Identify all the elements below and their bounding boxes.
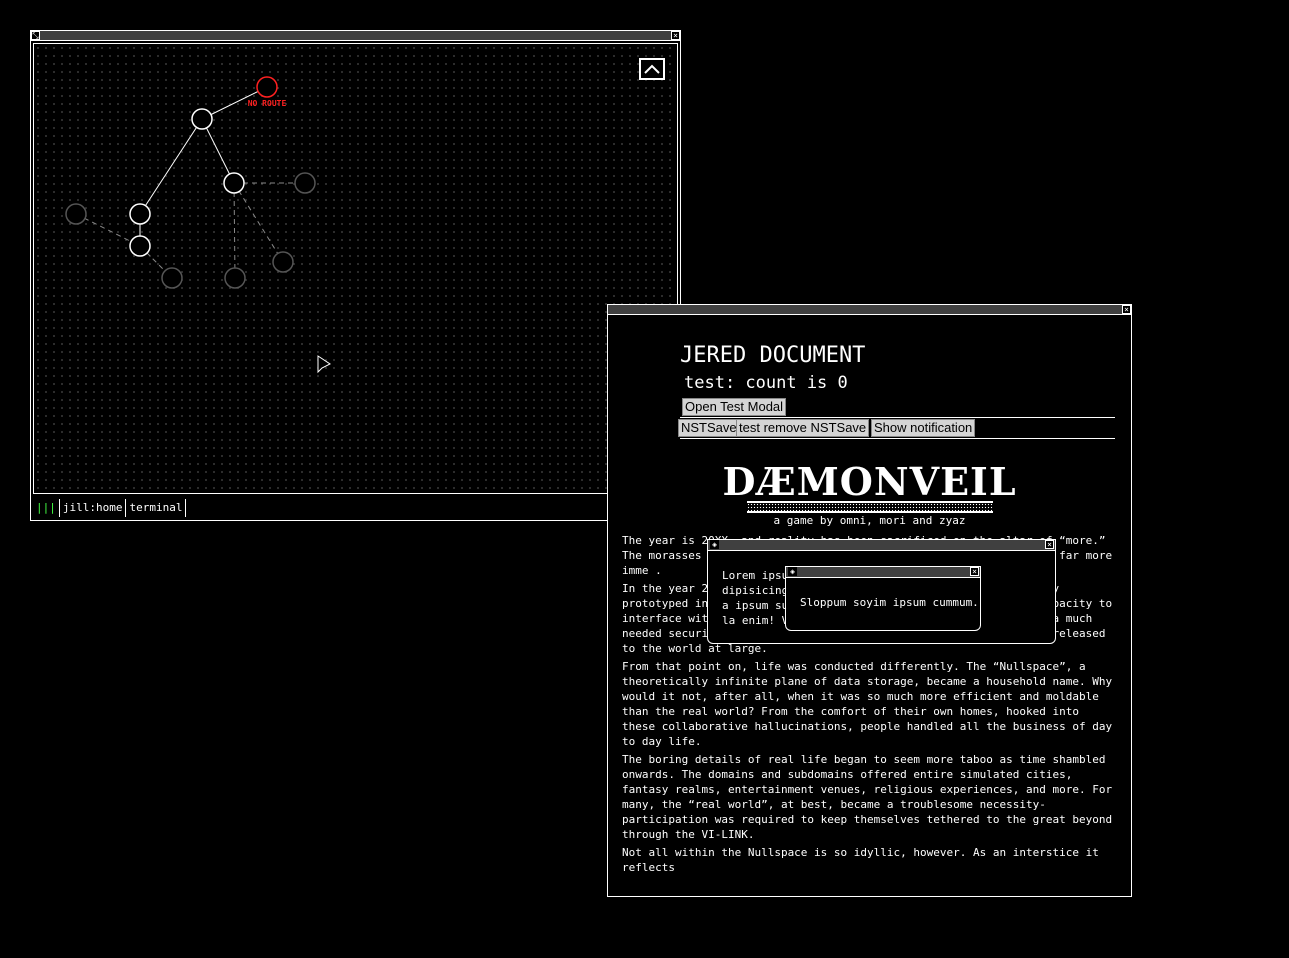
- map-window[interactable]: ⤡ × NO ROUTE ||| jill:home terminal: [30, 30, 681, 521]
- mouse-cursor-icon: [317, 355, 331, 374]
- paragraph: The boring details of real life began to…: [622, 753, 1113, 841]
- game-byline: a game by omni, mori and zyaz: [773, 514, 966, 527]
- node-unvisited[interactable]: [161, 267, 183, 289]
- test-count-label: test: count is 0: [684, 373, 848, 393]
- node-no-route[interactable]: [256, 76, 278, 98]
- network-map-graph: NO ROUTE: [65, 76, 331, 374]
- taskbar-item-home[interactable]: jill:home: [60, 499, 127, 517]
- modal-text: Sloppum soyim ipsum cummum.: [800, 596, 979, 609]
- node-unvisited[interactable]: [294, 172, 316, 194]
- game-logo: DÆMONVEIL: [610, 463, 1129, 513]
- taskbar: ||| jill:home terminal: [33, 499, 678, 517]
- edge-dashed: [233, 182, 284, 263]
- paragraph: Not all within the Nullspace is so idyll…: [622, 846, 1099, 874]
- node-visited[interactable]: [129, 235, 151, 257]
- node-visited[interactable]: [191, 108, 213, 130]
- close-icon[interactable]: ×: [970, 567, 979, 576]
- eye-icon: ◈: [710, 540, 719, 549]
- status-indicator-icon: |||: [33, 499, 60, 517]
- node-unvisited[interactable]: [272, 251, 294, 273]
- collapse-map-button[interactable]: [639, 58, 665, 80]
- show-notification-button[interactable]: Show notification: [871, 419, 976, 437]
- eye-icon: ◈: [788, 567, 797, 576]
- map-edges: [75, 86, 305, 279]
- nst-save-button[interactable]: NSTSave: [678, 419, 740, 437]
- close-icon[interactable]: ×: [1122, 305, 1131, 314]
- resize-icon[interactable]: ⤡: [31, 31, 40, 40]
- chevron-up-icon: [644, 64, 660, 74]
- document-window-titlebar[interactable]: ×: [608, 305, 1131, 315]
- paragraph: From that point on, life was conducted d…: [622, 660, 1113, 748]
- network-map[interactable]: NO ROUTE: [33, 43, 678, 494]
- edge: [139, 118, 203, 215]
- modal-titlebar[interactable]: ◈ ×: [708, 540, 1055, 551]
- nested-modal[interactable]: ◈ × Sloppum soyim ipsum cummum.: [785, 566, 981, 631]
- divider: [680, 438, 1115, 439]
- open-test-modal-button[interactable]: Open Test Modal: [682, 398, 787, 416]
- node-visited[interactable]: [129, 203, 151, 225]
- taskbar-item-terminal[interactable]: terminal: [126, 499, 187, 517]
- close-icon[interactable]: ×: [671, 31, 680, 40]
- game-logo-text: DÆMONVEIL: [722, 459, 1017, 504]
- node-unvisited[interactable]: [65, 203, 87, 225]
- close-icon[interactable]: ×: [1045, 540, 1054, 549]
- divider: [680, 417, 1115, 418]
- edge-dashed: [233, 182, 236, 279]
- remove-nst-save-button[interactable]: test remove NSTSave: [736, 419, 870, 437]
- modal-titlebar[interactable]: ◈ ×: [786, 567, 980, 578]
- node-visited[interactable]: [223, 172, 245, 194]
- node-unvisited[interactable]: [224, 267, 246, 289]
- no-route-label: NO ROUTE: [248, 99, 287, 108]
- map-window-titlebar[interactable]: ⤡ ×: [31, 31, 680, 41]
- document-title: JERED DOCUMENT: [680, 343, 866, 368]
